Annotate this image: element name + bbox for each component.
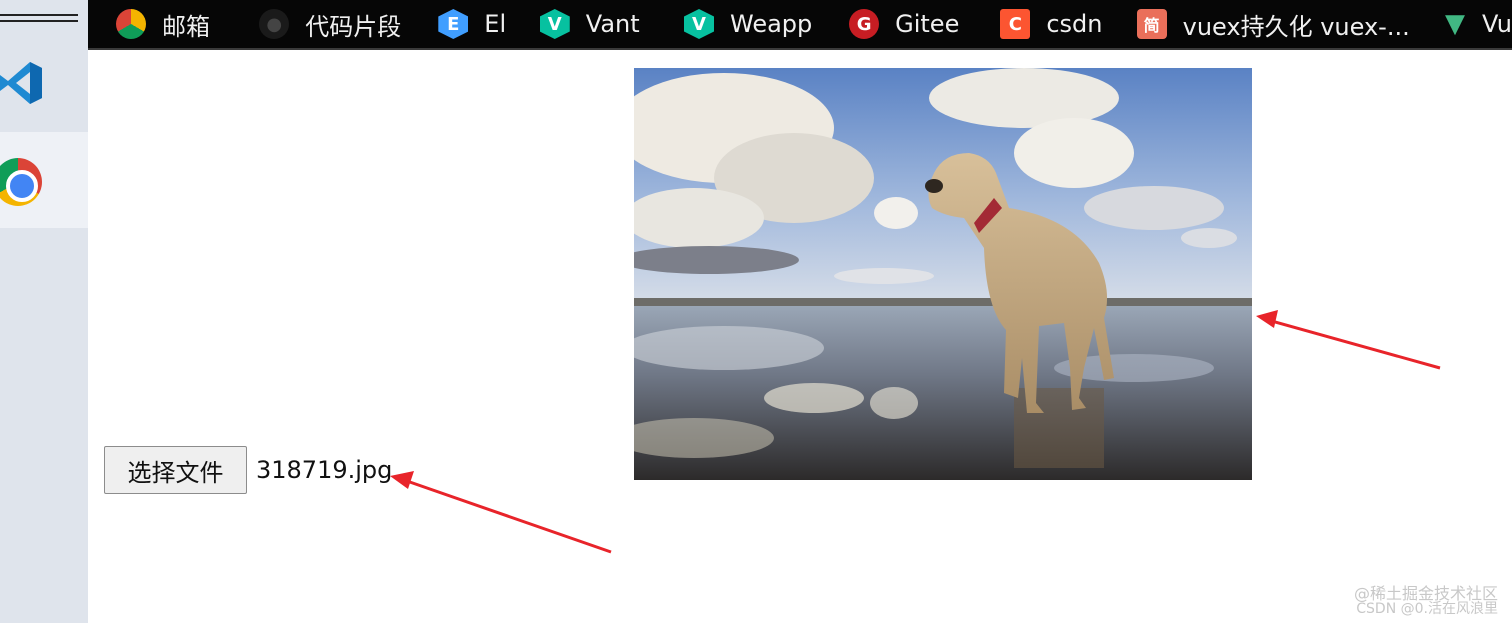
code-snippets-icon: ● xyxy=(259,9,290,39)
mail-icon xyxy=(116,9,146,39)
image-preview xyxy=(634,68,1252,480)
selected-file-name: 318719.jpg xyxy=(256,456,393,484)
bookmark-gitee[interactable]: G Gitee xyxy=(849,0,1000,49)
bookmark-label: 邮箱 xyxy=(162,12,210,41)
chrome-icon xyxy=(0,158,42,206)
bookmark-vue[interactable]: ▼ Vu xyxy=(1440,0,1512,49)
arrow-to-filename xyxy=(390,471,612,554)
vscode-icon xyxy=(0,62,42,104)
file-input-row: 选择文件 318719.jpg xyxy=(104,446,392,494)
bookmark-label: Weapp xyxy=(730,10,813,38)
bookmark-label: Gitee xyxy=(895,10,960,38)
jianshu-icon: 简 xyxy=(1136,9,1167,39)
bookmark-weapp[interactable]: V Weapp xyxy=(684,0,849,49)
choose-file-button[interactable]: 选择文件 xyxy=(104,446,247,494)
watermark-line-1: @稀土掘金技术社区 xyxy=(1353,583,1498,603)
bookmark-element[interactable]: E El xyxy=(438,0,539,49)
menu-lines-icon[interactable] xyxy=(0,14,78,22)
bookmark-code-snippets[interactable]: ● 代码片段 xyxy=(259,0,438,49)
vue-icon: ▼ xyxy=(1445,9,1465,39)
element-icon: E xyxy=(438,9,469,39)
taskbar xyxy=(0,0,88,623)
bookmark-label: csdn xyxy=(1046,10,1103,38)
arrow-to-image xyxy=(1256,310,1441,370)
taskbar-item-chrome[interactable] xyxy=(0,132,88,228)
bookmark-label: 代码片段 xyxy=(305,12,402,41)
bookmark-jianshu[interactable]: 简 vuex持久化 vuex-... xyxy=(1136,0,1440,49)
bookmark-label: Vant xyxy=(585,10,640,38)
bookmark-label: El xyxy=(484,10,507,38)
gitee-icon: G xyxy=(849,9,880,39)
csdn-icon: C xyxy=(1000,9,1031,39)
watermark: @稀土掘金技术社区 CSDN @0.活在风浪里 xyxy=(1353,583,1498,618)
bookmark-mail[interactable]: 邮箱 xyxy=(116,0,259,49)
bookmark-label: Vu xyxy=(1482,10,1512,38)
page-content: 选择文件 318719.jpg @稀土掘金技术社区 CSDN @0.活在风浪里 xyxy=(88,52,1512,623)
bookmark-csdn[interactable]: C csdn xyxy=(1000,0,1136,49)
bookmark-label: vuex持久化 vuex-... xyxy=(1182,12,1410,41)
taskbar-item-vscode[interactable] xyxy=(0,36,88,132)
bookmarks-bar: 邮箱 ● 代码片段 E El V Vant V Weapp G Gitee C … xyxy=(88,0,1512,50)
bookmark-vant[interactable]: V Vant xyxy=(539,0,684,49)
vant-icon: V xyxy=(539,9,570,39)
vant-weapp-icon: V xyxy=(684,9,714,39)
watermark-line-2: CSDN @0.活在风浪里 xyxy=(1356,601,1498,618)
